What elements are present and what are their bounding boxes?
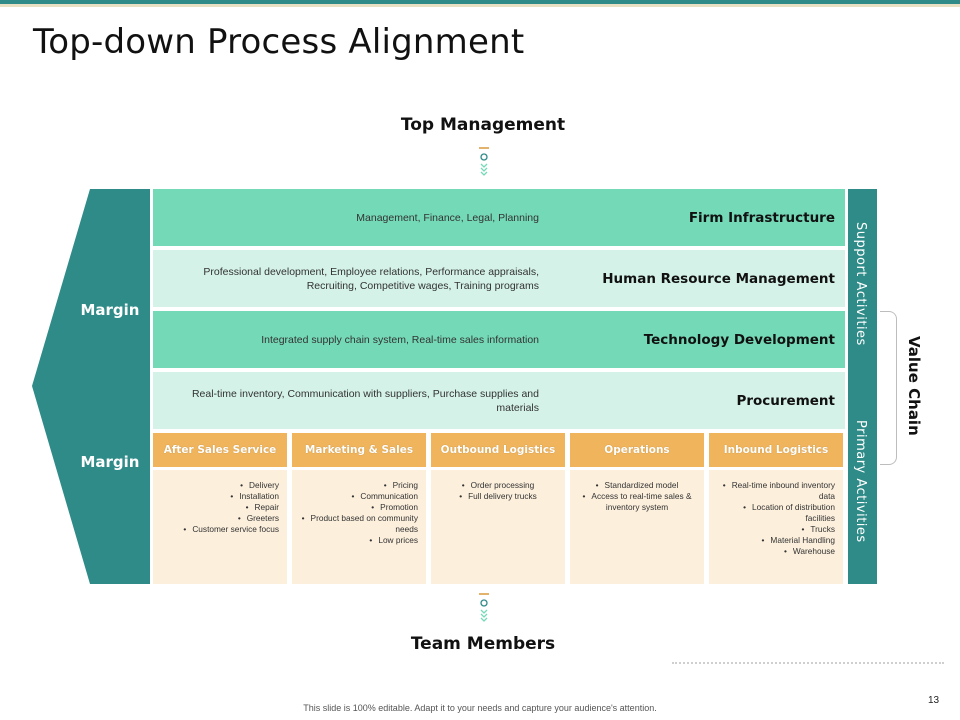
top-management-label: Top Management <box>400 115 566 135</box>
list-item: • Full delivery trucks <box>459 491 537 501</box>
support-row-human-resource: Professional development, Employee relat… <box>153 250 845 307</box>
support-name: Procurement <box>736 392 835 409</box>
list-item: • Order processing <box>461 480 535 490</box>
support-description: Professional development, Employee relat… <box>203 265 539 292</box>
down-arrow-connector-icon <box>479 593 489 622</box>
primary-header-marketing-sales: Marketing & Sales <box>292 433 426 467</box>
primary-header-inbound-logistics: Inbound Logistics <box>709 433 843 467</box>
list-item: • Warehouse <box>783 546 835 556</box>
support-description: Management, Finance, Legal, Planning <box>356 211 539 224</box>
primary-header-operations: Operations <box>570 433 704 467</box>
support-row-technology: Integrated supply chain system, Real-tim… <box>153 311 845 368</box>
support-activities-label: Support Activities <box>853 222 868 346</box>
list-item: • Greeters <box>237 513 279 523</box>
list-item: • Pricing <box>383 480 418 490</box>
list-item: • Location of distribution facilities <box>743 502 835 523</box>
primary-activities-label: Primary Activities <box>853 420 868 543</box>
primary-header-outbound-logistics: Outbound Logistics <box>431 433 565 467</box>
list-item: • Real-time inbound inventory data <box>722 480 835 501</box>
support-name: Technology Development <box>643 331 835 348</box>
primary-body-after-sales: • Delivery • Installation • Repair • Greeter… <box>153 470 287 584</box>
support-name: Firm Infrastructure <box>688 209 835 226</box>
value-chain-label: Value Chain <box>905 336 923 436</box>
primary-body-operations: • Standardized model • Access to real-time… <box>570 470 704 584</box>
list-item: • Standardized model <box>595 480 679 490</box>
page-number: 13 <box>928 695 940 706</box>
primary-body-inbound-logistics: • Real-time inbound inventory data • Locat… <box>709 470 843 584</box>
support-description: Real-time inventory, Communication with … <box>191 387 539 414</box>
list-item: • Installation <box>230 491 279 501</box>
support-description: Integrated supply chain system, Real-tim… <box>261 333 539 346</box>
support-name: Human Resource Management <box>602 270 835 287</box>
list-item: • Material Handling <box>761 535 835 545</box>
list-item: • Delivery <box>240 480 279 490</box>
list-item: • Promotion <box>371 502 418 512</box>
list-item: • Customer service focus <box>183 524 279 534</box>
team-members-label: Team Members <box>410 634 556 654</box>
dotted-divider <box>672 662 944 668</box>
list-item: • Product based on community needs <box>301 513 418 534</box>
footer-note: This slide is 100% editable. Adapt it to… <box>303 703 657 713</box>
margin-arrow-shape <box>32 189 150 584</box>
margin-label-top: Margin <box>80 301 140 319</box>
value-chain-bracket <box>880 311 897 465</box>
primary-body-outbound-logistics: • Order processing • Full delivery trucks <box>431 470 565 584</box>
down-arrow-connector-icon <box>479 147 489 176</box>
list-item: • Access to real-time sales & inventory s… <box>582 491 692 512</box>
list-item: • Low prices <box>369 535 418 545</box>
top-accent-stripe <box>0 4 960 7</box>
support-row-firm-infrastructure: Management, Finance, Legal, Planning Fir… <box>153 189 845 246</box>
slide-title: Top-down Process Alignment <box>33 22 525 62</box>
margin-label-bottom: Margin <box>80 453 140 471</box>
primary-body-marketing-sales: • Pricing • Communication • Promotion • Prod… <box>292 470 426 584</box>
list-item: • Repair <box>245 502 279 512</box>
primary-header-after-sales: After Sales Service <box>153 433 287 467</box>
support-row-procurement: Real-time inventory, Communication with … <box>153 372 845 429</box>
list-item: • Trucks <box>801 524 836 534</box>
list-item: • Communication <box>351 491 418 501</box>
